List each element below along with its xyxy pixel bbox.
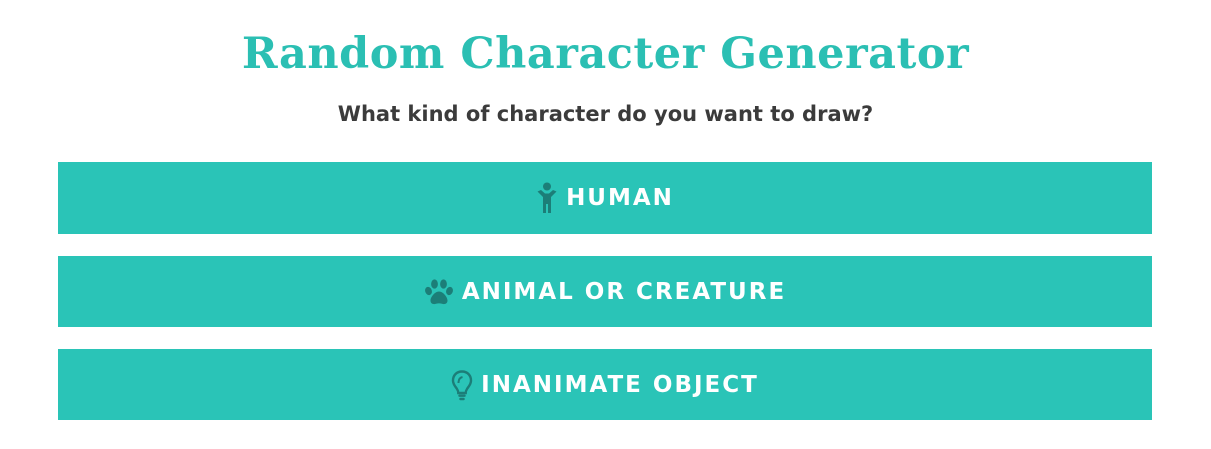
human-button[interactable]: HUMAN bbox=[58, 162, 1152, 234]
page-title: Random Character Generator bbox=[241, 29, 970, 79]
inanimate-object-button-label: INANIMATE OBJECT bbox=[481, 371, 759, 398]
child-icon bbox=[536, 182, 558, 214]
paw-icon bbox=[424, 278, 454, 306]
animal-or-creature-button[interactable]: ANIMAL OR CREATURE bbox=[58, 256, 1152, 327]
page-subtitle: What kind of character do you want to dr… bbox=[337, 102, 874, 126]
lightbulb-icon bbox=[451, 369, 473, 401]
animal-or-creature-button-label: ANIMAL OR CREATURE bbox=[461, 278, 787, 305]
inanimate-object-button[interactable]: INANIMATE OBJECT bbox=[58, 349, 1152, 420]
human-button-label: HUMAN bbox=[566, 185, 674, 211]
